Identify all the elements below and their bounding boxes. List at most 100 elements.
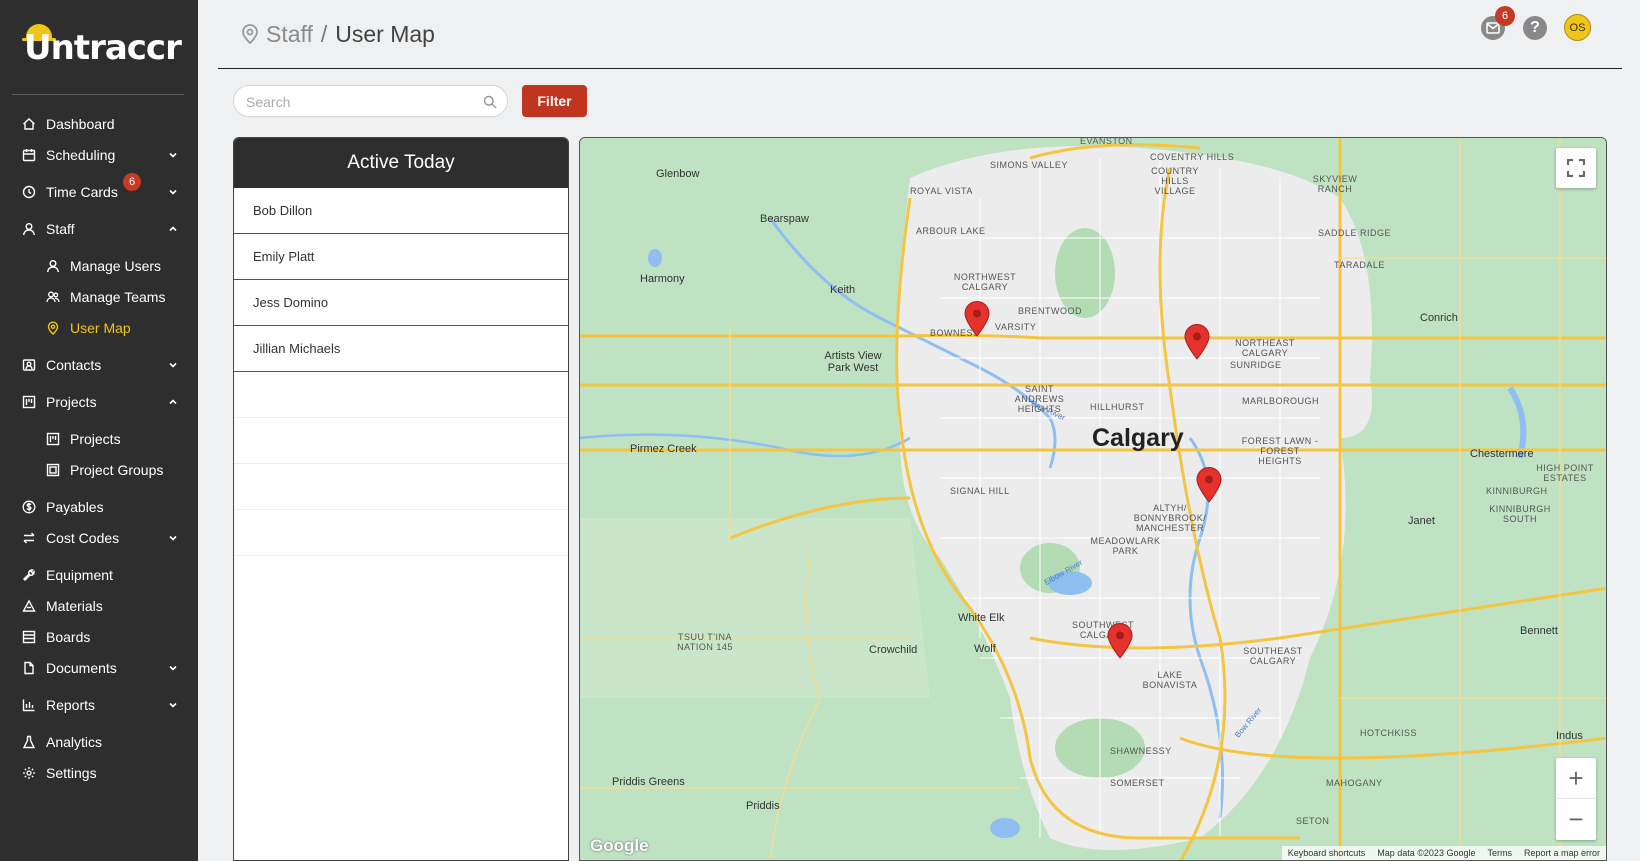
dollar-icon (22, 500, 36, 514)
sidebar-item-scheduling[interactable]: Scheduling (0, 142, 198, 168)
map-label: MEADOWLARK PARK (1090, 536, 1161, 556)
map-label: Priddis Greens (612, 776, 685, 788)
chevron-up-icon[interactable] (168, 224, 178, 234)
google-logo[interactable]: Google (590, 836, 649, 856)
map-label: White Elk (958, 612, 1005, 624)
map-label: Conrich (1420, 312, 1458, 324)
bar-chart-icon (22, 698, 36, 712)
app-logo[interactable]: Untraccr (22, 22, 182, 68)
map-label: HILLHURST (1090, 402, 1145, 412)
empty-row (234, 418, 568, 464)
map-label: HIGH POINT ESTATES (1536, 463, 1594, 483)
sidebar-item-payables[interactable]: Payables (0, 494, 198, 520)
zoom-in-button[interactable]: + (1556, 759, 1596, 799)
avatar[interactable]: OS (1564, 14, 1591, 41)
breadcrumb: Staff / User Map (240, 18, 435, 50)
user-icon (22, 222, 36, 236)
chevron-up-icon[interactable] (168, 397, 178, 407)
breadcrumb-separator: / (320, 20, 328, 47)
zoom-controls: + − (1556, 758, 1596, 840)
board-icon (22, 630, 36, 644)
time-cards-badge: 6 (123, 173, 141, 191)
sidebar-item-manage-users[interactable]: Manage Users (0, 253, 198, 279)
map-label: KINNIBURGH (1486, 486, 1548, 496)
sidebar-item-manage-teams[interactable]: Manage Teams (0, 284, 198, 310)
chevron-down-icon[interactable] (168, 533, 178, 543)
map-label: KINNIBURGH SOUTH (1489, 504, 1551, 524)
sidebar-item-time-cards[interactable]: Time Cards 6 (0, 173, 198, 205)
sidebar-item-materials[interactable]: Materials (0, 593, 198, 619)
filter-button[interactable]: Filter (522, 85, 587, 117)
fullscreen-button[interactable] (1556, 148, 1596, 188)
materials-icon (22, 599, 36, 613)
chevron-down-icon[interactable] (168, 150, 178, 160)
list-item[interactable]: Emily Platt (234, 234, 568, 280)
map-pin-bowness[interactable] (964, 301, 990, 337)
sidebar-item-projects[interactable]: Projects (0, 389, 198, 415)
flask-icon (22, 735, 36, 749)
map-label: Keith (830, 284, 856, 296)
map-label: ALTYH/ BONNYBROOK/ MANCHESTER (1133, 503, 1207, 533)
map-label: Harmony (640, 273, 685, 285)
sidebar-item-documents[interactable]: Documents (0, 655, 198, 681)
help-button[interactable]: ? (1523, 16, 1547, 40)
map-label: SIGNAL HILL (950, 486, 1010, 496)
search-box (233, 85, 508, 117)
map-pin-forest-lawn[interactable] (1196, 467, 1222, 503)
sidebar-item-user-map[interactable]: User Map (0, 315, 198, 341)
chevron-down-icon[interactable] (168, 360, 178, 370)
sidebar-item-analytics[interactable]: Analytics (0, 729, 198, 755)
sidebar-item-dashboard[interactable]: Dashboard (0, 111, 198, 137)
map-label: NORTHWEST CALGARY (953, 272, 1017, 292)
chevron-down-icon[interactable] (168, 700, 178, 710)
sidebar-item-settings[interactable]: Settings (0, 760, 198, 786)
sidebar-item-cost-codes[interactable]: Cost Codes (0, 525, 198, 551)
sidebar-item-boards[interactable]: Boards (0, 624, 198, 650)
sidebar-item-contacts[interactable]: Contacts (0, 352, 198, 378)
breadcrumb-parent[interactable]: Staff (266, 21, 313, 48)
notifications-button[interactable]: 6 (1481, 6, 1515, 40)
swap-icon (22, 531, 36, 545)
map-label: MAHOGANY (1326, 778, 1383, 788)
search-input[interactable] (246, 92, 476, 112)
map-label: Bearspaw (760, 213, 809, 225)
map-label: MARLBOROUGH (1242, 396, 1320, 406)
list-item[interactable]: Jillian Michaels (234, 326, 568, 372)
terms-link[interactable]: Terms (1487, 848, 1512, 858)
chevron-down-icon[interactable] (168, 663, 178, 673)
map-label: EVANSTON (1080, 137, 1133, 146)
map-label: Crowchild (869, 644, 918, 656)
sidebar-item-projects-sub[interactable]: Projects (0, 426, 198, 452)
search-icon[interactable] (483, 95, 497, 109)
map-label: SADDLE RIDGE (1318, 228, 1392, 238)
project-group-icon (46, 463, 60, 477)
map-label: NORTHEAST CALGARY (1235, 338, 1295, 358)
map-label: Wolf (974, 643, 996, 655)
map-label: ARBOUR LAKE (916, 226, 986, 236)
map-pin-southwest[interactable] (1107, 623, 1133, 659)
sidebar-item-project-groups[interactable]: Project Groups (0, 457, 198, 483)
contacts-icon (22, 358, 36, 372)
list-item[interactable]: Bob Dillon (234, 188, 568, 234)
map-pin-northeast[interactable] (1184, 324, 1210, 360)
notification-badge: 6 (1495, 6, 1515, 26)
map-label: TARADALE (1334, 260, 1385, 270)
list-item[interactable]: Jess Domino (234, 280, 568, 326)
empty-row (234, 464, 568, 510)
map-label: Pirmez Creek (630, 443, 697, 455)
map-label: Glenbow (656, 168, 700, 180)
map-label: SETON (1296, 816, 1330, 826)
report-map-error-link[interactable]: Report a map error (1524, 848, 1600, 858)
sidebar-item-reports[interactable]: Reports (0, 692, 198, 718)
document-icon (22, 661, 36, 675)
map-label: Indus (1556, 730, 1583, 742)
sidebar-item-staff[interactable]: Staff (0, 216, 198, 242)
map-label: SKYVIEW RANCH (1312, 174, 1358, 194)
sidebar: Untraccr Dashboard Scheduling Time Cards… (0, 0, 198, 861)
zoom-out-button[interactable]: − (1556, 799, 1596, 839)
sidebar-item-equipment[interactable]: Equipment (0, 562, 198, 588)
header-divider (218, 68, 1622, 69)
chevron-down-icon[interactable] (168, 187, 178, 197)
user-map[interactable]: EVANSTON SIMONS VALLEY COVENTRY HILLS CO… (579, 137, 1607, 861)
keyboard-shortcuts-link[interactable]: Keyboard shortcuts (1288, 848, 1366, 858)
